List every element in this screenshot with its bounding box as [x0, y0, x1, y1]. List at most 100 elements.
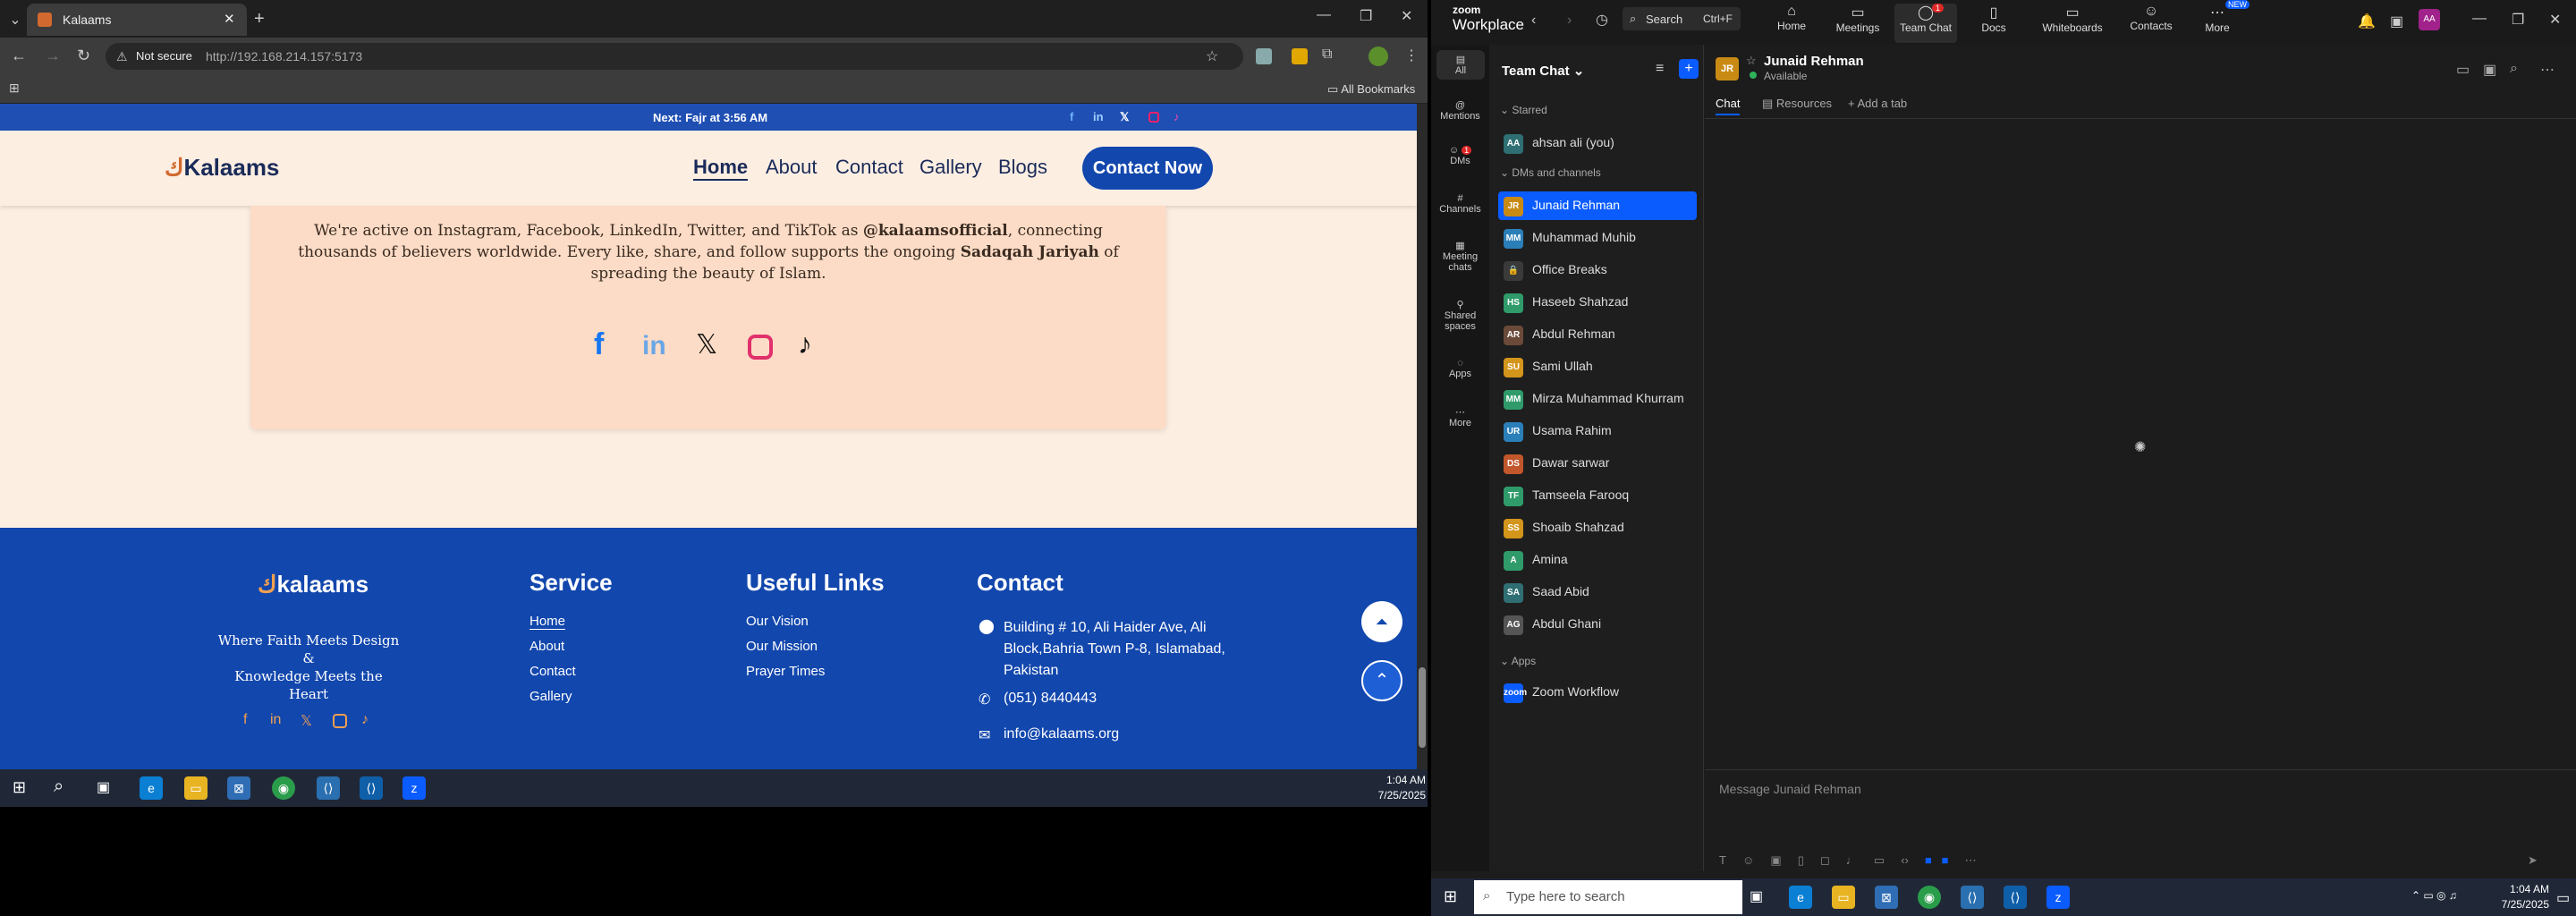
- rail-channels[interactable]: #Channels: [1431, 193, 1489, 215]
- file-explorer-icon[interactable]: ▭: [184, 776, 208, 800]
- facebook-icon[interactable]: f: [594, 327, 604, 362]
- address-bar[interactable]: ⚠ Not secure http://192.168.214.157:5173…: [106, 43, 1243, 70]
- instagram-icon[interactable]: [333, 714, 347, 728]
- more-options-icon[interactable]: ⋯: [2540, 61, 2555, 79]
- instagram-icon[interactable]: [748, 335, 773, 360]
- tiktok-icon[interactable]: ♪: [1174, 110, 1180, 123]
- tiktok-icon[interactable]: ♪: [798, 327, 812, 360]
- send-icon[interactable]: ➤: [2528, 853, 2538, 868]
- nav-more[interactable]: ⋯MoreNEW: [2186, 4, 2249, 34]
- user-avatar[interactable]: AA: [2419, 9, 2440, 30]
- chat-list-item[interactable]: SASaad Abid: [1498, 578, 1697, 606]
- file-icon[interactable]: ▯: [1798, 853, 1804, 867]
- edge-icon[interactable]: e: [140, 776, 163, 800]
- chat-contact-name[interactable]: Junaid Rehman: [1764, 54, 1864, 69]
- footer-phone[interactable]: (051) 8440443: [1004, 691, 1097, 707]
- rail-all[interactable]: ▤All: [1436, 50, 1485, 80]
- zoom-icon[interactable]: z: [402, 776, 426, 800]
- store-icon[interactable]: ⊠: [227, 776, 250, 800]
- chat-list-item[interactable]: JRJunaid Rehman: [1498, 191, 1697, 220]
- nav-home[interactable]: ⌂Home: [1760, 4, 1823, 32]
- back-icon[interactable]: ‹: [1531, 13, 1536, 29]
- vscode-icon[interactable]: ⟨⟩: [317, 776, 340, 800]
- chat-list-item[interactable]: 🔒Office Breaks: [1498, 256, 1697, 284]
- filter-icon[interactable]: ≡: [1656, 61, 1664, 77]
- x-icon[interactable]: 𝕏: [301, 712, 312, 730]
- chat-list-item[interactable]: MMMuhammad Muhib: [1498, 224, 1697, 252]
- extension-icon[interactable]: [1256, 48, 1272, 64]
- site-logo[interactable]: ﻙKalaams: [165, 154, 279, 182]
- video-message-icon[interactable]: ▭: [1874, 853, 1885, 867]
- windows-start-icon[interactable]: ⊞: [1444, 887, 1457, 906]
- sidebar-title[interactable]: Team Chat ⌄: [1502, 63, 1584, 79]
- nav-contact[interactable]: Contact: [835, 156, 903, 179]
- chat-list-item[interactable]: URUsama Rahim: [1498, 417, 1697, 445]
- chat-list-item[interactable]: HSHaseeb Shahzad: [1498, 288, 1697, 317]
- scrollbar-thumb[interactable]: [1419, 667, 1426, 748]
- search-icon[interactable]: ⌕: [54, 776, 64, 797]
- close-window-icon[interactable]: ✕: [1401, 7, 1412, 25]
- rail-apps[interactable]: ◌Apps: [1431, 358, 1489, 379]
- x-icon[interactable]: 𝕏: [1120, 110, 1129, 124]
- contact-now-button[interactable]: Contact Now: [1082, 147, 1213, 190]
- chat-list-item[interactable]: AGAbdul Ghani: [1498, 610, 1697, 639]
- taskbar-search[interactable]: ⌕ Type here to search: [1474, 880, 1742, 914]
- menu-icon[interactable]: ⋮: [1404, 47, 1419, 64]
- nav-contacts[interactable]: ☺Contacts: [2120, 4, 2182, 32]
- section-starred[interactable]: ⌄ Starred: [1500, 104, 1547, 116]
- chat-list-item[interactable]: SSShoaib Shahzad: [1498, 513, 1697, 542]
- reload-icon[interactable]: ↻: [77, 47, 90, 65]
- facebook-icon[interactable]: f: [243, 712, 247, 728]
- more-icon[interactable]: ⋯: [1965, 853, 1977, 867]
- rail-more[interactable]: ⋯More: [1431, 406, 1489, 428]
- chat-list-item[interactable]: DSDawar sarwar: [1498, 449, 1697, 478]
- taskbar-clock[interactable]: 1:04 AM 7/25/2025: [1342, 773, 1426, 803]
- profile-avatar[interactable]: [1368, 47, 1388, 66]
- browser-tab[interactable]: Kalaams ✕: [27, 4, 247, 36]
- nav-docs[interactable]: ▯Docs: [1962, 4, 2025, 34]
- taskbar-clock[interactable]: 1:04 AM 7/25/2025: [2478, 882, 2549, 912]
- screenshot-icon[interactable]: ◻: [1820, 853, 1830, 867]
- nav-team-chat[interactable]: ◯Team Chat1: [1894, 4, 1957, 43]
- footer-link-home[interactable]: Home: [530, 614, 565, 630]
- forward-icon[interactable]: ›: [1567, 13, 1572, 29]
- scroll-top-button[interactable]: ⌃: [1361, 660, 1402, 701]
- instagram-icon[interactable]: [1148, 112, 1159, 123]
- close-window-icon[interactable]: ✕: [2549, 11, 2561, 29]
- notification-icon[interactable]: ▭: [2556, 889, 2570, 907]
- tab-add[interactable]: + Add a tab: [1848, 97, 1907, 110]
- float-action-button[interactable]: ⏶: [1361, 601, 1402, 642]
- footer-link-prayer-times[interactable]: Prayer Times: [746, 664, 825, 679]
- footer-link-mission[interactable]: Our Mission: [746, 639, 818, 654]
- app-icon[interactable]: ■: [1942, 853, 1949, 867]
- linkedin-icon[interactable]: in: [1093, 110, 1104, 123]
- chat-list-item[interactable]: AAmina: [1498, 546, 1697, 574]
- format-icon[interactable]: T: [1719, 853, 1726, 867]
- search-icon[interactable]: ⌕: [2510, 61, 2518, 77]
- restore-icon[interactable]: ❐: [2512, 11, 2524, 29]
- rail-mentions[interactable]: @Mentions: [1431, 100, 1489, 122]
- tray-icons[interactable]: ⌃ ▭ ◎ ♫: [2411, 889, 2457, 902]
- chat-avatar[interactable]: JR: [1716, 57, 1739, 81]
- footer-link-about[interactable]: About: [530, 639, 564, 654]
- chrome-icon[interactable]: ◉: [1918, 886, 1941, 909]
- puzzle-icon[interactable]: ⧉: [1322, 47, 1332, 63]
- forward-icon[interactable]: →: [45, 47, 61, 65]
- page-scrollbar[interactable]: [1417, 104, 1428, 769]
- rail-dms[interactable]: ☺ 1DMs: [1431, 145, 1489, 166]
- section-dms[interactable]: ⌄ DMs and channels: [1500, 166, 1601, 179]
- facebook-icon[interactable]: f: [1070, 110, 1073, 123]
- footer-link-contact[interactable]: Contact: [530, 664, 576, 679]
- extension-icon[interactable]: [1292, 48, 1308, 64]
- zoom-icon[interactable]: z: [2046, 886, 2070, 909]
- message-input[interactable]: Message Junaid Rehman: [1719, 782, 1861, 796]
- minimize-icon[interactable]: —: [1317, 7, 1331, 23]
- apps-grid-icon[interactable]: ⊞: [9, 81, 20, 96]
- vscode-icon[interactable]: ⟨⟩: [2004, 886, 2027, 909]
- nav-gallery[interactable]: Gallery: [919, 156, 982, 179]
- code-icon[interactable]: ‹›: [1901, 853, 1909, 867]
- screen-share-icon[interactable]: ▣: [2483, 61, 2496, 79]
- tab-search-icon[interactable]: ⌄: [7, 11, 23, 29]
- bookmark-star-icon[interactable]: ☆: [1206, 47, 1218, 65]
- nav-whiteboards[interactable]: ▭Whiteboards: [2041, 4, 2104, 34]
